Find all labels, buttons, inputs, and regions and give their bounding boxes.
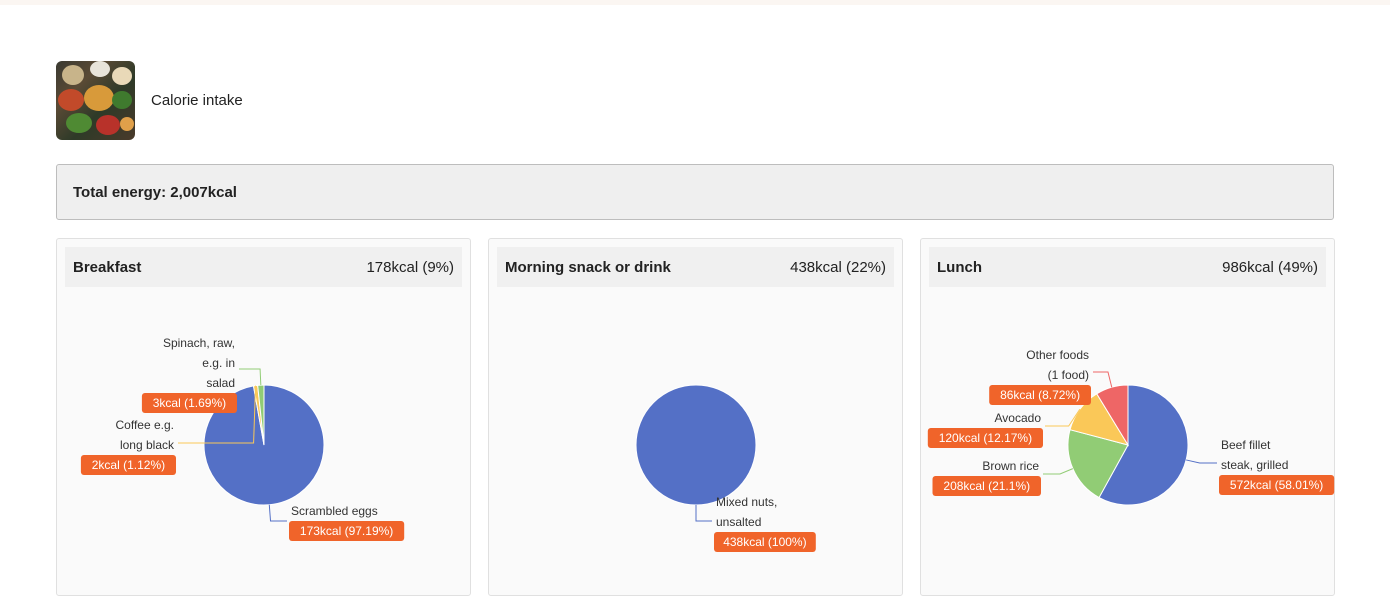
slice-label-coffee-e-g-long-black: Coffee e.g. — [116, 418, 175, 432]
leader-line-spinach-raw-e-g-in-salad — [239, 368, 262, 386]
page-header: Calorie intake — [56, 61, 243, 140]
slice-label-spinach-raw-e-g-in-salad: e.g. in — [202, 356, 235, 370]
morning-snack-pie-chart: Mixed nuts, unsalted 438kcal (100%) — [635, 384, 816, 552]
slice-label-beef-fillet-steak-grilled: Beef fillet — [1221, 438, 1271, 452]
pie-slice-mixed-nuts-unsalted[interactable] — [635, 384, 757, 506]
meal-card-morning-snack: Morning snack or drink 438kcal (22%) Mix… — [488, 238, 903, 596]
slice-label-other-foods-1-food: (1 food) — [1048, 368, 1089, 382]
food-photo-icon — [56, 61, 135, 140]
slice-label-spinach-raw-e-g-in-salad: salad — [206, 376, 235, 390]
value-tag-text-coffee-e-g-long-black: 2kcal (1.12%) — [92, 458, 165, 472]
meal-card-breakfast: Breakfast 178kcal (9%) Scrambled eggs 173… — [56, 238, 471, 596]
slice-label-mixed-nuts-unsalted: unsalted — [716, 515, 761, 529]
lunch-pie-chart: Beef fillet steak, grilled 572kcal (58.01%… — [927, 348, 1335, 506]
value-tag-text-other-foods-1-food: 86kcal (8.72%) — [1000, 388, 1080, 402]
value-tag-text-spinach-raw-e-g-in-salad: 3kcal (1.69%) — [153, 396, 226, 410]
value-tag-text-mixed-nuts-unsalted: 438kcal (100%) — [723, 535, 806, 549]
slice-label-mixed-nuts-unsalted: Mixed nuts, — [716, 495, 777, 509]
slice-label-spinach-raw-e-g-in-salad: Spinach, raw, — [163, 336, 235, 350]
total-energy-text: Total energy: 2,007kcal — [73, 183, 237, 201]
value-tag-text-avocado: 120kcal (12.17%) — [939, 431, 1032, 445]
slice-label-other-foods-1-food: Other foods — [1026, 348, 1089, 362]
breakfast-pie-chart: Scrambled eggs 173kcal (97.19%) Coffee e.g… — [80, 336, 405, 541]
leader-line-beef-fillet-steak-grilled — [1185, 459, 1217, 464]
leader-line-scrambled-eggs — [268, 504, 287, 522]
slice-label-beef-fillet-steak-grilled: steak, grilled — [1221, 458, 1288, 472]
top-strip — [0, 0, 1390, 5]
value-tag-text-brown-rice: 208kcal (21.1%) — [943, 479, 1030, 493]
value-tag-text-scrambled-eggs: 173kcal (97.19%) — [300, 524, 393, 538]
total-energy-bar: Total energy: 2,007kcal — [56, 164, 1334, 220]
meal-card-lunch: Lunch 986kcal (49%) Beef fillet steak, gr… — [920, 238, 1335, 596]
slice-label-avocado: Avocado — [995, 411, 1042, 425]
slice-label-coffee-e-g-long-black: long black — [120, 438, 175, 452]
slice-label-scrambled-eggs: Scrambled eggs — [291, 504, 378, 518]
page-title: Calorie intake — [151, 92, 243, 109]
slice-label-brown-rice: Brown rice — [982, 459, 1039, 473]
leader-line-other-foods-1-food — [1093, 371, 1113, 388]
leader-line-mixed-nuts-unsalted — [695, 505, 712, 522]
value-tag-text-beef-fillet-steak-grilled: 572kcal (58.01%) — [1230, 478, 1323, 492]
leader-line-brown-rice — [1043, 468, 1074, 475]
